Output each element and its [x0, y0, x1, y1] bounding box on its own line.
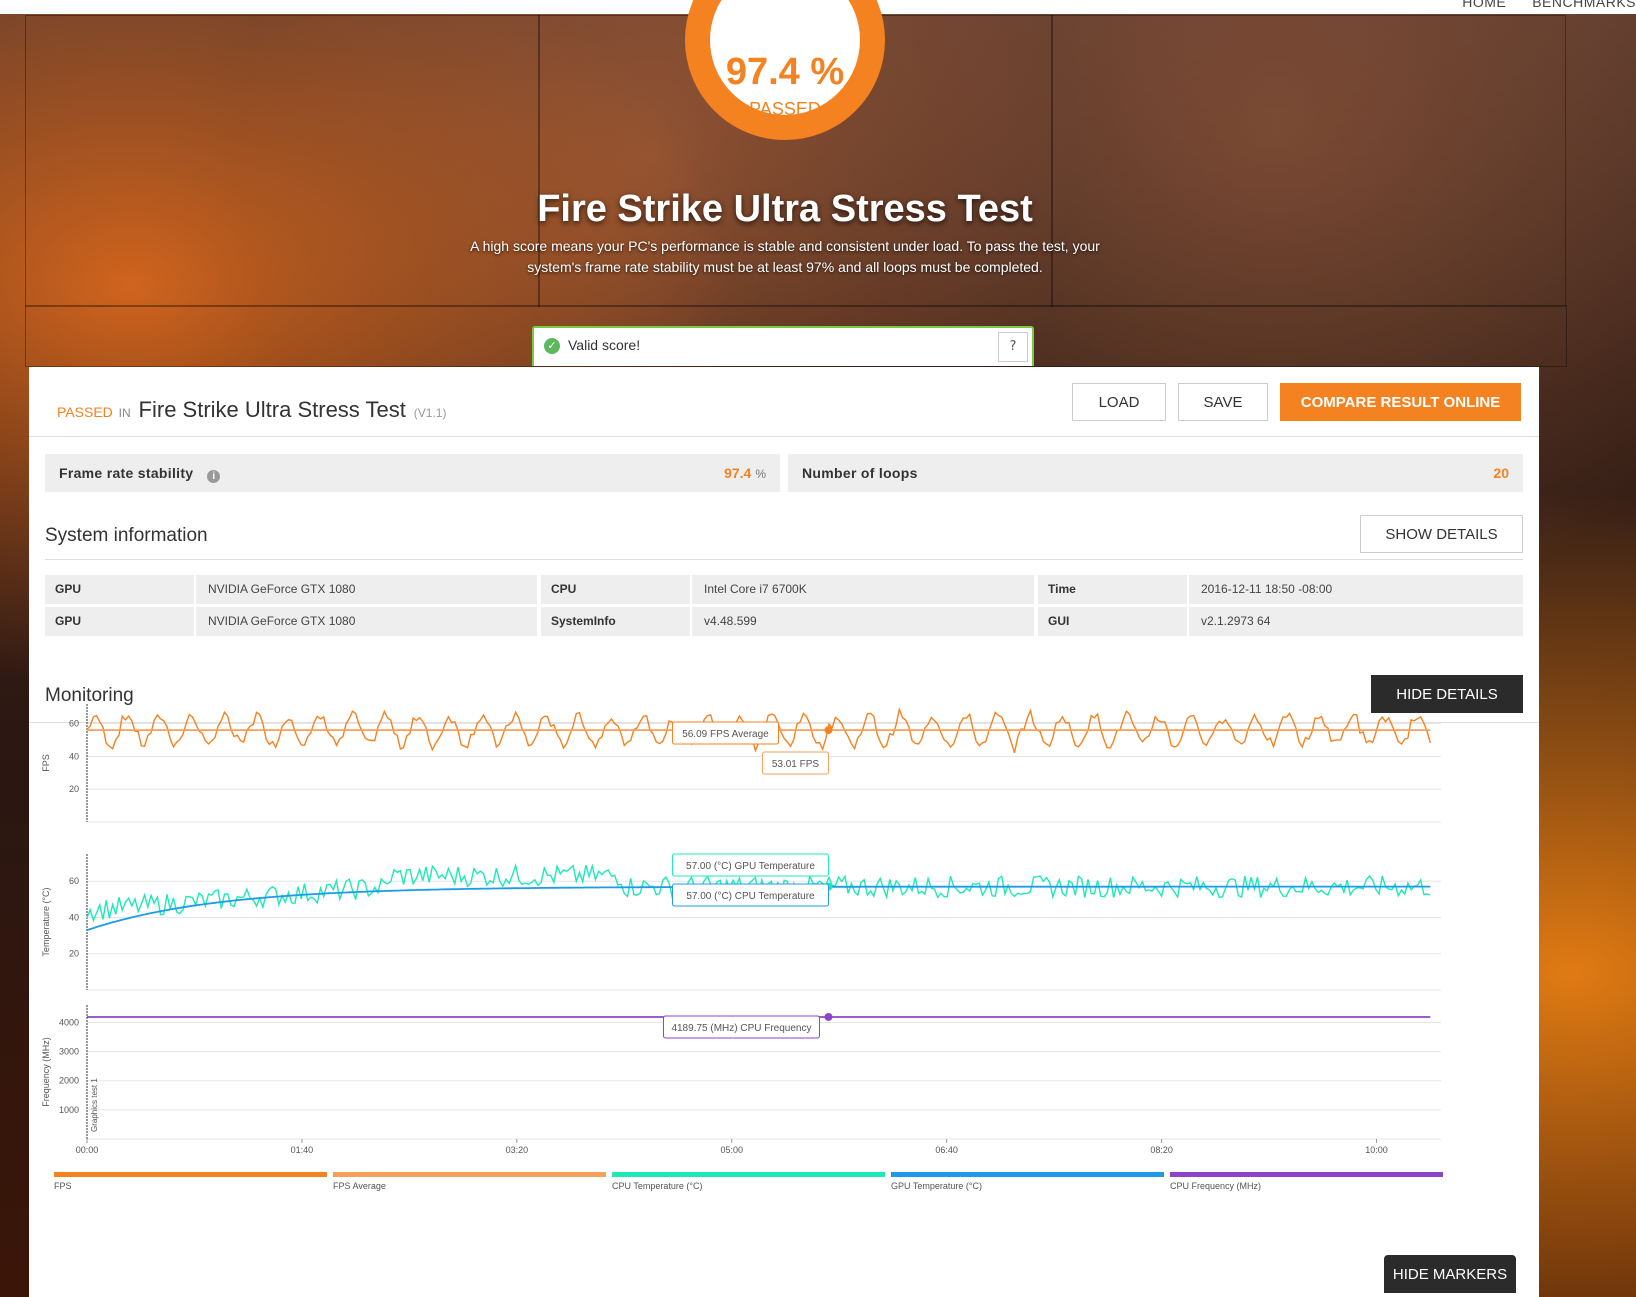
nav-benchmarks-link[interactable]: BENCHMARKS [1532, 0, 1636, 10]
y-tick-label: 2000 [59, 1076, 79, 1086]
cursor-point [824, 1012, 833, 1021]
score-status: PASSED [749, 99, 821, 119]
y-tick-label: 60 [69, 876, 79, 886]
valid-score-banner: ✓ Valid score! ? [532, 326, 1034, 366]
cursor-point [824, 726, 833, 735]
x-tick-label: 08:20 [1150, 1145, 1173, 1155]
legend-label: FPS [54, 1181, 72, 1191]
legend-swatch [891, 1172, 1164, 1177]
y-tick-label: 20 [69, 949, 79, 959]
hero-description: A high score means your PC's performance… [470, 238, 1100, 275]
tooltip-text: 53.01 FPS [772, 759, 820, 770]
y-axis-label: Frequency (MHz) [41, 1037, 51, 1107]
score-circle: 97.4 % PASSED [685, 0, 885, 140]
tooltip-text: 57.00 (°C) GPU Temperature [686, 861, 815, 872]
legend-swatch [54, 1172, 327, 1177]
y-tick-label: 3000 [59, 1047, 79, 1057]
legend-swatch [333, 1172, 606, 1177]
hero-tile [1051, 15, 1566, 307]
result-panel: PASSED IN Fire Strike Ultra Stress Test … [29, 367, 1539, 1297]
tooltip-text: 56.09 FPS Average [682, 729, 769, 740]
nav-home-link[interactable]: HOME [1462, 0, 1506, 10]
y-axis-label: Temperature (°C) [41, 887, 51, 956]
legend-label: CPU Frequency (MHz) [1170, 1181, 1261, 1191]
legend-swatch [612, 1172, 885, 1177]
x-tick-label: 10:00 [1365, 1145, 1388, 1155]
y-tick-label: 40 [69, 912, 79, 922]
legend-swatch [1170, 1172, 1443, 1177]
legend-label: GPU Temperature (°C) [891, 1181, 982, 1191]
x-tick-label: 03:20 [506, 1145, 529, 1155]
valid-score-text: Valid score! [568, 337, 641, 353]
legend-label: FPS Average [333, 1181, 386, 1191]
monitoring-chart: 20 40 60 FPS 56.09 FPS Average 53.01 FPS 20 40 6… [41, 704, 1443, 1191]
check-icon: ✓ [544, 338, 560, 354]
x-tick-label: 01:40 [291, 1145, 314, 1155]
hide-markers-button[interactable]: HIDE MARKERS [1384, 1255, 1516, 1293]
y-tick-label: 40 [69, 751, 79, 761]
tooltip-text: 57.00 (°C) CPU Temperature [686, 891, 815, 902]
x-tick-label: 05:00 [720, 1145, 743, 1155]
x-tick-label: 06:40 [935, 1145, 958, 1155]
y-tick-label: 1000 [59, 1105, 79, 1115]
legend-label: CPU Temperature (°C) [612, 1181, 702, 1191]
help-button[interactable]: ? [998, 332, 1028, 362]
x-tick-label: 00:00 [76, 1145, 99, 1155]
y-tick-label: 20 [69, 784, 79, 794]
y-tick-label: 60 [69, 719, 79, 729]
y-axis-label: FPS [41, 754, 51, 772]
marker-label: Graphics test 1 [90, 1078, 99, 1132]
score-value: 97.4 % [725, 51, 845, 93]
tooltip-text: 4189.75 (MHz) CPU Frequency [671, 1023, 811, 1034]
y-tick-label: 4000 [59, 1017, 79, 1027]
hero-title: Fire Strike Ultra Stress Test [537, 188, 1033, 230]
